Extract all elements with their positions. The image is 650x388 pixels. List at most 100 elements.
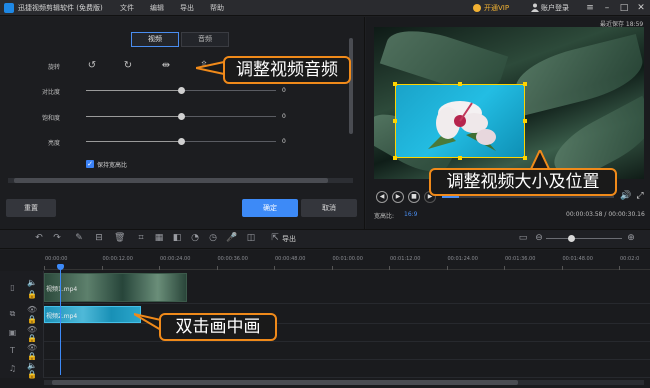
freeze-frame-icon[interactable]: ◧	[172, 233, 182, 243]
stop-icon[interactable]: ■	[408, 191, 420, 203]
app-title: 迅捷视频剪辑软件 (免费版)	[18, 4, 103, 12]
maximize-icon[interactable]: □	[618, 2, 630, 14]
export-icon[interactable]: ⇱	[270, 233, 280, 243]
ruler-tick	[446, 266, 448, 270]
music-track-icon: ♫	[8, 364, 17, 373]
timeline-scroll-thumb[interactable]	[52, 380, 518, 385]
aspect-ratio-select[interactable]: 16:9	[404, 211, 417, 218]
ruler-tick-label: 00:00:24.00	[160, 256, 191, 262]
resize-handle[interactable]	[523, 82, 527, 86]
volume-icon[interactable]: 🔊	[620, 191, 632, 203]
rotate-label: 旋转	[47, 64, 60, 71]
duration-icon[interactable]: ◷	[208, 233, 218, 243]
mute-icon[interactable]: 🔈	[27, 278, 37, 287]
fullscreen-icon[interactable]: ⤢	[634, 191, 646, 203]
cancel-button[interactable]: 取消	[301, 199, 357, 217]
close-icon[interactable]: ✕	[635, 2, 647, 14]
menu-edit[interactable]: 编辑	[150, 3, 164, 13]
lock-icon[interactable]: 🔒	[27, 370, 37, 379]
music-track	[44, 360, 650, 378]
menu-icon[interactable]: ≡	[584, 2, 596, 14]
redo-icon[interactable]: ↷	[52, 233, 62, 243]
callout-arrow-icon	[134, 313, 162, 332]
callout-arrow-icon	[529, 150, 551, 170]
brightness-label: 亮度	[47, 140, 60, 147]
text-track	[44, 342, 650, 360]
main-clip-label: 视频1.mp4	[46, 286, 78, 293]
resize-handle[interactable]	[523, 156, 527, 160]
ruler-tick-label: 00:01:36.00	[505, 256, 536, 262]
zoom-in-icon[interactable]: ⊕	[626, 233, 636, 243]
pip-overlay[interactable]	[395, 84, 525, 158]
edit-icon[interactable]: ✎	[74, 233, 84, 243]
keep-ratio-checkbox[interactable]: ✓	[86, 160, 94, 168]
delete-icon[interactable]: 🗑	[114, 233, 125, 243]
zoom-slider[interactable]	[546, 238, 622, 239]
pip-track-icon: ⧉	[9, 309, 16, 318]
visibility-icon[interactable]: 👁	[27, 343, 37, 352]
keep-ratio-label: 保持宽高比	[97, 162, 128, 169]
contrast-value: 0	[282, 87, 286, 94]
ruler-tick	[561, 266, 563, 270]
menu-export[interactable]: 导出	[180, 3, 194, 13]
contrast-label: 对比度	[41, 89, 60, 96]
saturation-slider-knob[interactable]	[178, 113, 185, 120]
vip-button[interactable]: 开通VIP	[484, 3, 509, 13]
undo-icon[interactable]: ↶	[34, 233, 44, 243]
lock-icon[interactable]: 🔒	[27, 290, 37, 299]
export-label[interactable]: 导出	[282, 234, 296, 244]
callout-pip: 双击画中画	[159, 313, 277, 341]
brightness-value: 0	[282, 138, 286, 145]
ruler-tick-label: 00:00:48.00	[275, 256, 306, 262]
rotate-left-icon[interactable]: ↺	[86, 60, 98, 72]
playback-progress-fill	[442, 196, 460, 198]
speed-icon[interactable]: ◔	[190, 233, 200, 243]
minimize-icon[interactable]: –	[601, 2, 613, 14]
zoom-out-icon[interactable]: ⊖	[534, 233, 544, 243]
panel-horizontal-scroll-thumb[interactable]	[14, 178, 328, 183]
aspect-ratio-label: 宽高比:	[374, 213, 395, 220]
resize-handle[interactable]	[393, 156, 397, 160]
mosaic-icon[interactable]: ▦	[154, 233, 164, 243]
lock-icon[interactable]: 🔒	[27, 315, 37, 324]
panel-vertical-scroll-thumb[interactable]	[349, 38, 353, 134]
ruler-tick	[159, 266, 160, 270]
brightness-slider-knob[interactable]	[178, 138, 185, 145]
playhead[interactable]	[60, 265, 61, 375]
resize-handle[interactable]	[458, 82, 462, 86]
ruler-tick-label: 00:02:0	[620, 256, 640, 262]
rotate-right-icon[interactable]: ↻	[122, 60, 134, 72]
reset-button[interactable]: 重置	[6, 199, 56, 217]
video-track-header	[0, 271, 44, 304]
callout-audio: 调整视频音频	[223, 56, 351, 84]
record-voice-icon[interactable]: 🎤	[226, 233, 237, 243]
resize-handle[interactable]	[393, 119, 397, 123]
split-icon[interactable]: ⊟	[94, 233, 104, 243]
login-button[interactable]: 账户登录	[541, 3, 569, 13]
resize-handle[interactable]	[458, 156, 462, 160]
tab-video[interactable]: 视频	[131, 32, 179, 47]
visibility-icon[interactable]: 👁	[27, 305, 37, 314]
snapshot-icon[interactable]: ◫	[246, 233, 256, 243]
crop-icon[interactable]: ⌗	[136, 233, 146, 243]
resize-handle[interactable]	[523, 119, 527, 123]
play-icon[interactable]: ▶	[392, 191, 404, 203]
resize-handle[interactable]	[393, 82, 397, 86]
zoom-slider-knob[interactable]	[568, 235, 575, 242]
fit-zoom-icon[interactable]: ▭	[518, 233, 528, 243]
tab-audio[interactable]: 音频	[181, 32, 229, 47]
menu-help[interactable]: 帮助	[210, 3, 224, 13]
playback-progress-bar[interactable]	[442, 196, 614, 198]
mute-icon[interactable]: 🔈	[27, 361, 37, 370]
ok-button[interactable]: 确定	[242, 199, 298, 217]
ruler-tick-label: 00:00:36.00	[217, 256, 248, 262]
previous-frame-icon[interactable]: ◀	[376, 191, 388, 203]
flower-image	[428, 101, 496, 151]
visibility-icon[interactable]: 👁	[27, 325, 37, 334]
flip-horizontal-icon[interactable]: ⇹	[160, 60, 172, 72]
ruler-tick	[101, 266, 103, 270]
music-track-header	[0, 360, 44, 378]
menu-file[interactable]: 文件	[120, 3, 134, 13]
contrast-slider-knob[interactable]	[178, 87, 185, 94]
ruler-tick	[44, 266, 45, 270]
